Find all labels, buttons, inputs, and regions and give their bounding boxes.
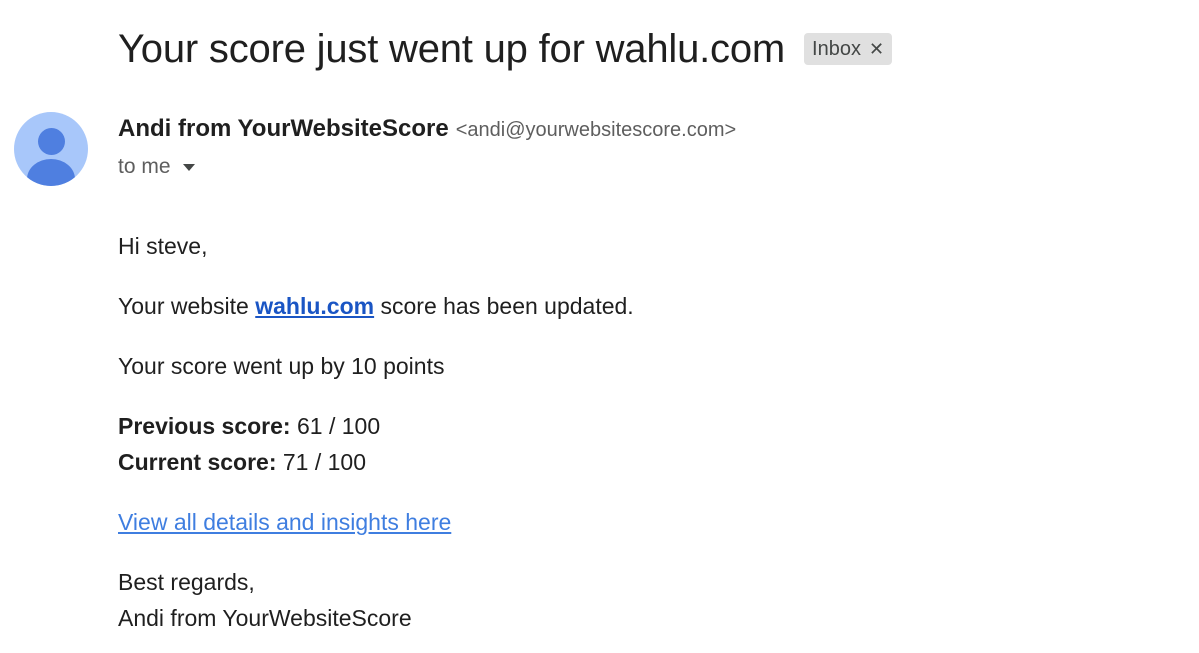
- close-icon[interactable]: ✕: [869, 40, 884, 58]
- update-suffix: score has been updated.: [374, 293, 634, 319]
- sender-name[interactable]: Andi from YourWebsiteScore: [118, 115, 449, 143]
- sender-email: <andi@yourwebsitescore.com>: [455, 119, 737, 141]
- update-prefix: Your website: [118, 293, 256, 319]
- current-score-value: 71 / 100: [276, 449, 367, 475]
- signoff: Best regards,: [118, 569, 255, 595]
- update-line: Your website wahlu.com score has been up…: [118, 288, 634, 324]
- person-avatar-icon: [38, 128, 65, 155]
- current-score-label: Current score:: [118, 449, 277, 475]
- current-score-line: Current score: 71 / 100: [118, 444, 634, 480]
- email-body: Hi steve, Your website wahlu.com score h…: [118, 228, 634, 636]
- person-avatar-body: [27, 159, 75, 186]
- sender-avatar[interactable]: [14, 112, 88, 186]
- recipient-row: to me: [118, 155, 195, 179]
- previous-score-line: Previous score: 61 / 100: [118, 408, 634, 444]
- website-link[interactable]: wahlu.com: [255, 293, 374, 319]
- details-link[interactable]: View all details and insights here: [118, 509, 451, 535]
- email-subject: Your score just went up for wahlu.com: [118, 27, 786, 71]
- previous-score-value: 61 / 100: [290, 413, 381, 439]
- subject-row: Your score just went up for wahlu.com In…: [118, 26, 893, 72]
- recipient-text: to me: [118, 155, 171, 178]
- caret-down-icon[interactable]: [182, 163, 195, 171]
- inbox-label-text: Inbox: [812, 37, 861, 60]
- email-view: Your score just went up for wahlu.com In…: [0, 0, 1199, 653]
- sender-row: Andi from YourWebsiteScore <andi@yourweb…: [118, 115, 736, 143]
- greeting: Hi steve,: [118, 233, 208, 259]
- details-line: View all details and insights here: [118, 504, 634, 540]
- signature: Andi from YourWebsiteScore: [118, 605, 412, 631]
- previous-score-label: Previous score:: [118, 413, 291, 439]
- inbox-label-chip[interactable]: Inbox ✕: [804, 33, 893, 65]
- score-change-line: Your score went up by 10 points: [118, 353, 445, 379]
